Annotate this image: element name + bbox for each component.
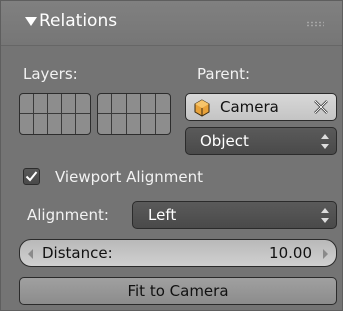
increment-arrow-icon[interactable]	[323, 249, 328, 259]
layer-cell[interactable]	[112, 94, 127, 114]
layer-cell[interactable]	[126, 94, 142, 114]
layer-grid-right[interactable]	[97, 93, 171, 135]
layer-cell[interactable]	[20, 94, 34, 114]
decrement-arrow-icon[interactable]	[28, 249, 33, 259]
parent-object-name: Camera	[220, 98, 279, 116]
viewport-alignment-checkbox[interactable]	[23, 168, 40, 185]
relations-panel: Relations Layers: Parent: Camera Object	[0, 0, 343, 311]
layer-cell[interactable]	[76, 94, 90, 114]
camera-object-icon	[194, 99, 210, 117]
layer-cell[interactable]	[62, 114, 76, 134]
layer-cell[interactable]	[98, 94, 113, 114]
layer-cell[interactable]	[127, 114, 142, 134]
drag-grip-icon[interactable]	[306, 21, 324, 27]
fit-to-camera-button[interactable]: Fit to Camera	[19, 277, 337, 305]
panel-title: Relations	[39, 11, 118, 31]
x-clear-icon[interactable]	[312, 98, 330, 116]
distance-value: 10.00	[269, 244, 312, 262]
layer-cell[interactable]	[20, 114, 34, 134]
parent-type-dropdown[interactable]: Object	[185, 127, 337, 155]
up-down-arrows-icon	[321, 134, 329, 149]
layer-grid-left[interactable]	[19, 93, 91, 135]
up-down-arrows-icon	[321, 208, 329, 223]
panel-header[interactable]: Relations	[1, 1, 342, 46]
alignment-value: Left	[148, 206, 177, 224]
layer-cell[interactable]	[62, 94, 76, 114]
layer-cell[interactable]	[141, 94, 156, 114]
layer-cell[interactable]	[76, 114, 90, 134]
triangle-down-icon[interactable]	[25, 17, 37, 26]
parent-type-value: Object	[200, 132, 249, 150]
layer-cell[interactable]	[155, 94, 170, 114]
layer-cell[interactable]	[48, 94, 62, 114]
alignment-dropdown[interactable]: Left	[132, 201, 337, 229]
alignment-label: Alignment:	[27, 206, 109, 224]
layer-cell[interactable]	[48, 114, 62, 134]
layer-cell[interactable]	[141, 114, 156, 134]
distance-field[interactable]: Distance: 10.00	[19, 239, 337, 267]
layer-cell[interactable]	[98, 114, 113, 134]
layers-label: Layers:	[23, 65, 78, 83]
layer-cell[interactable]	[112, 114, 127, 134]
checkmark-icon	[25, 171, 38, 182]
parent-object-field[interactable]: Camera	[185, 93, 337, 121]
layer-cell[interactable]	[34, 114, 48, 134]
parent-label: Parent:	[197, 65, 251, 83]
layer-cell[interactable]	[156, 114, 170, 134]
distance-label: Distance:	[42, 244, 113, 262]
layer-cell[interactable]	[34, 94, 48, 114]
viewport-alignment-label[interactable]: Viewport Alignment	[55, 168, 203, 186]
